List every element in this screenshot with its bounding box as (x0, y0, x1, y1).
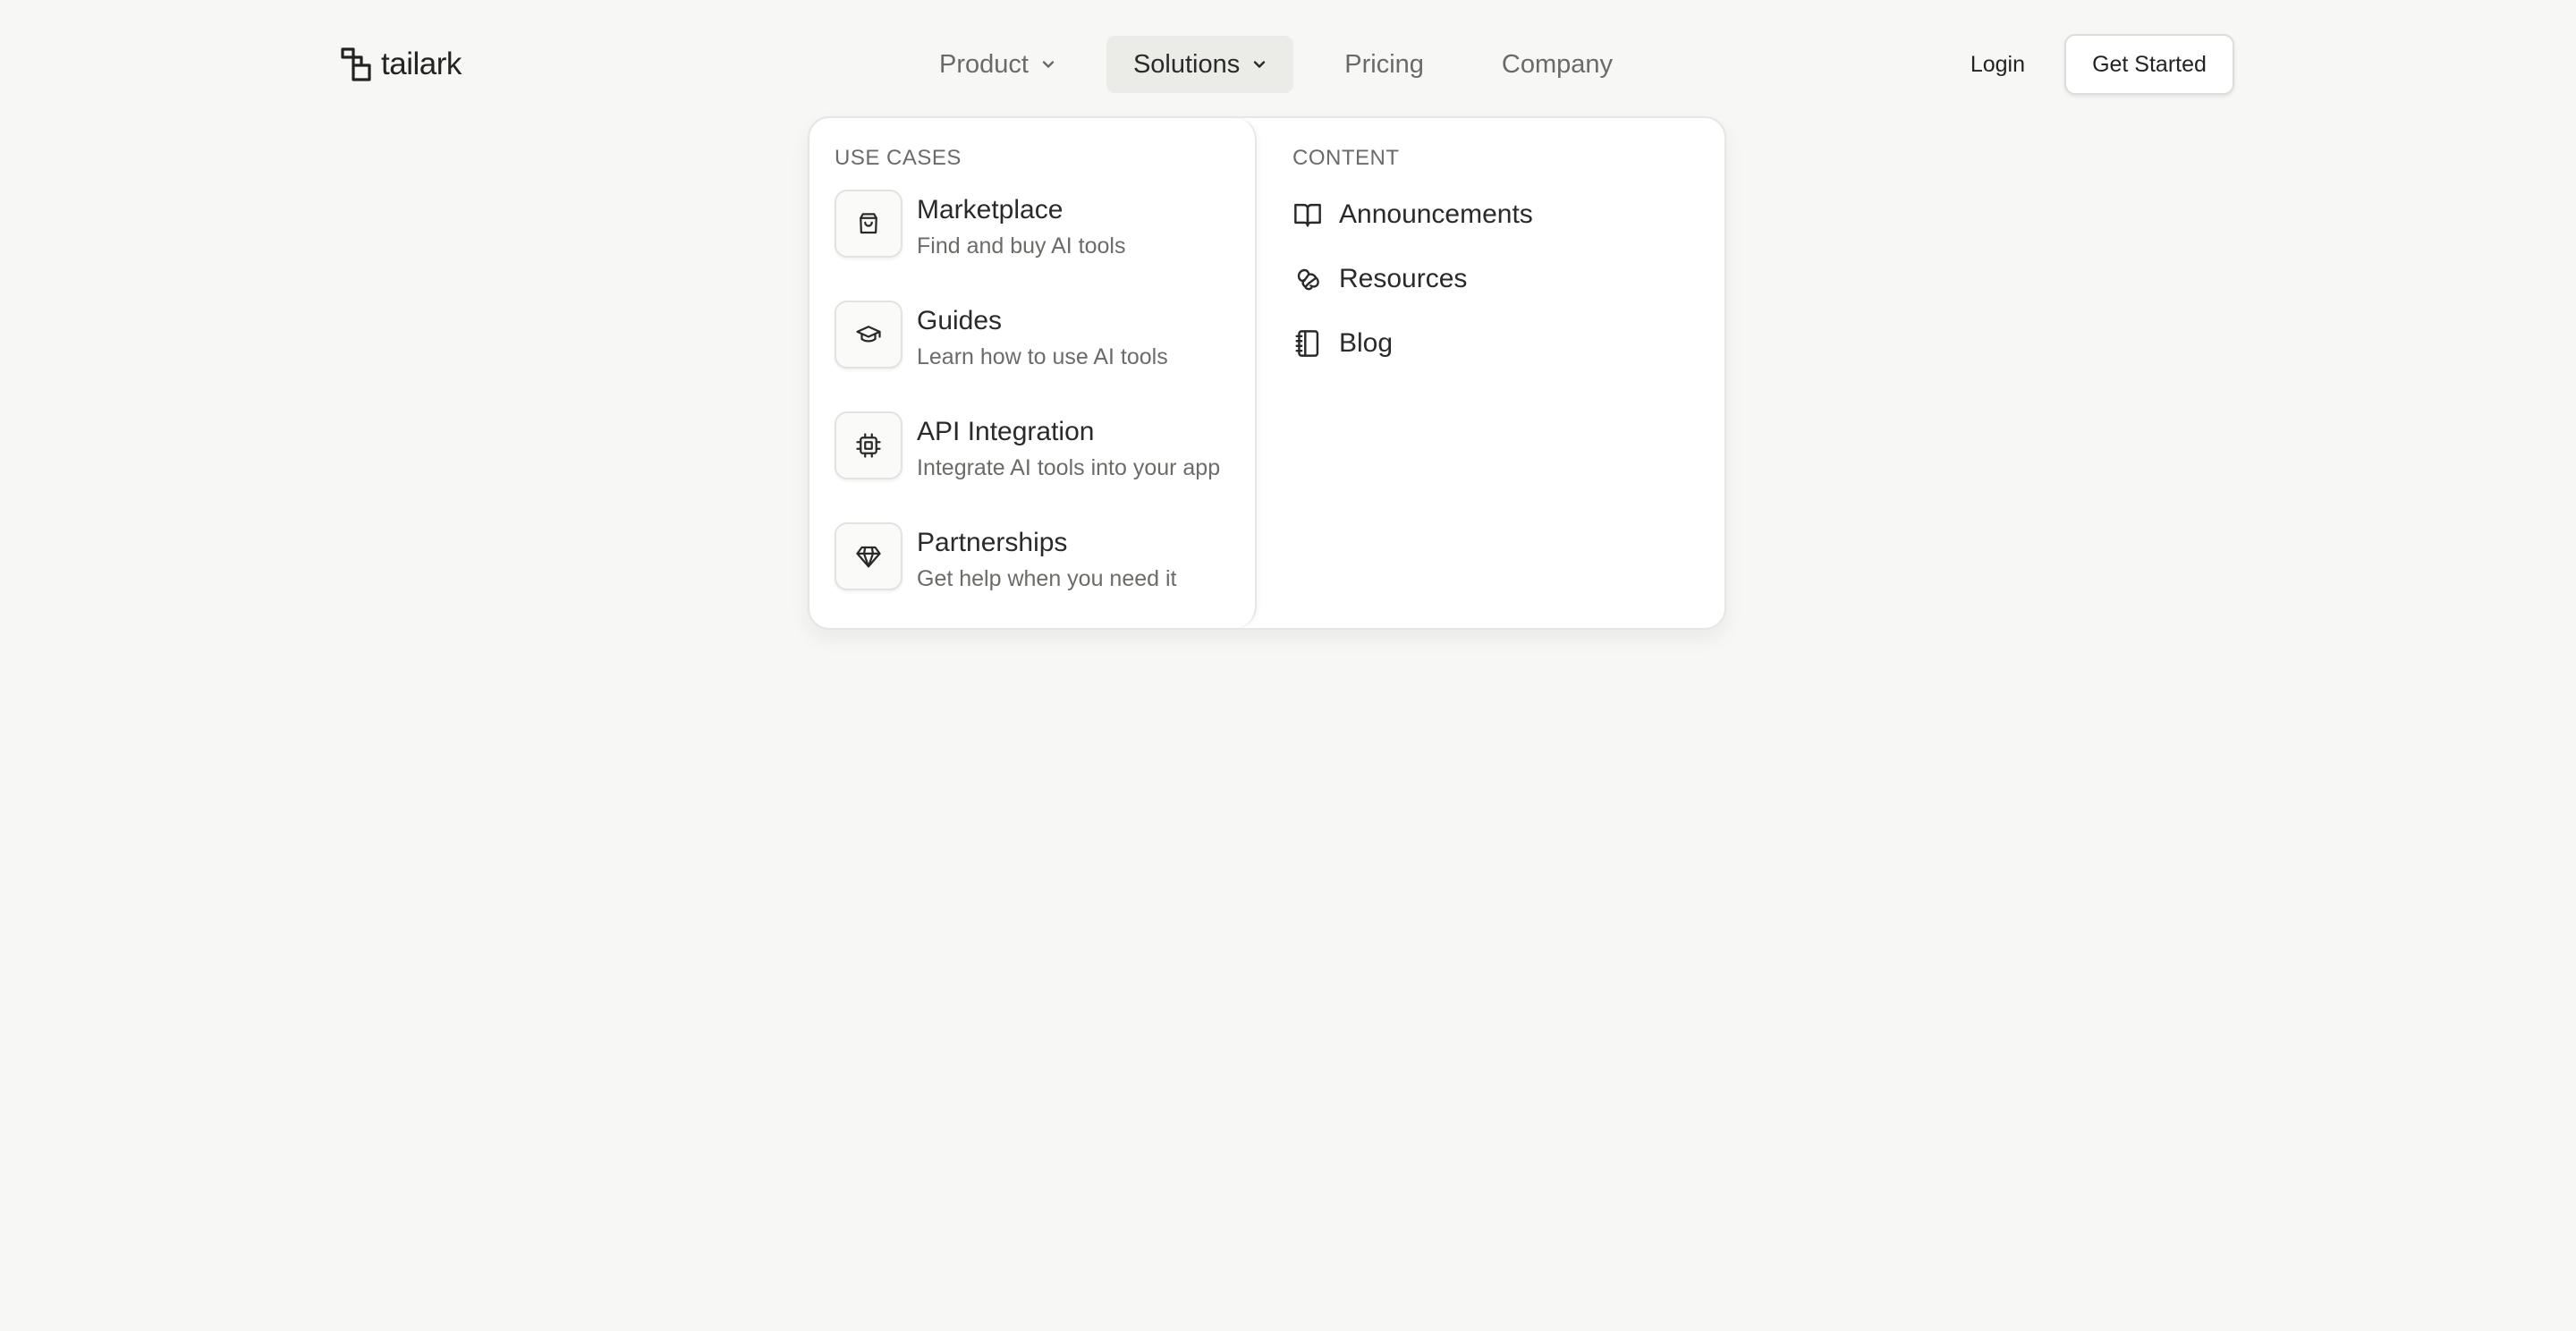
menu-item-api-integration[interactable]: API Integration Integrate AI tools into … (835, 411, 1255, 522)
menu-item-guides[interactable]: Guides Learn how to use AI tools (835, 301, 1255, 411)
nav-item-product[interactable]: Product (912, 36, 1082, 93)
menu-item-title: Guides (917, 306, 1003, 335)
menu-item-announcements[interactable]: Announcements (1292, 182, 1724, 247)
graduation-cap-icon (835, 301, 902, 369)
brand-logo[interactable]: tailark (340, 45, 462, 84)
menu-item-blog[interactable]: Blog (1292, 311, 1724, 376)
nav-item-label: Pricing (1344, 49, 1424, 79)
menu-item-description: Learn how to use AI tools (917, 344, 1168, 369)
nav-item-label: Product (939, 49, 1029, 79)
main-nav: Product Solutions Pricing Company (912, 36, 1664, 93)
chevron-down-icon (1254, 61, 1266, 68)
nav-item-solutions[interactable]: Solutions (1106, 36, 1294, 93)
use-cases-heading: USE CASES (835, 146, 962, 170)
menu-item-resources[interactable]: Resources (1292, 247, 1724, 311)
use-cases-section: USE CASES Marketplace Find and buy AI to… (809, 118, 1257, 628)
content-section: CONTENT Announcements Resources Blog (1257, 118, 1724, 628)
menu-item-title: API Integration (917, 417, 1095, 446)
auth-actions: Login Get Started (1945, 34, 2234, 95)
menu-item-label: Resources (1339, 264, 1468, 293)
menu-item-title: Partnerships (917, 528, 1068, 557)
brand-name: tailark (381, 47, 462, 81)
cpu-chip-icon (835, 411, 902, 479)
menu-item-label: Blog (1339, 328, 1394, 358)
menu-item-marketplace[interactable]: Marketplace Find and buy AI tools (835, 190, 1255, 301)
nav-item-pricing[interactable]: Pricing (1318, 36, 1451, 93)
nav-item-company[interactable]: Company (1475, 36, 1640, 93)
shopping-bag-icon (835, 190, 902, 258)
menu-item-label: Announcements (1339, 199, 1533, 229)
nav-item-label: Company (1501, 49, 1614, 79)
get-started-button[interactable]: Get Started (2064, 34, 2234, 95)
login-button[interactable]: Login (1945, 34, 2050, 95)
croissant-icon (1292, 264, 1323, 294)
solutions-dropdown: USE CASES Marketplace Find and buy AI to… (808, 116, 1726, 630)
gem-icon (835, 522, 902, 590)
site-header: tailark Product Solutions Pricing Compan… (0, 0, 2576, 130)
chevron-down-icon (1042, 61, 1055, 68)
menu-item-partnerships[interactable]: Partnerships Get help when you need it (835, 522, 1255, 628)
menu-item-description: Integrate AI tools into your app (917, 455, 1221, 480)
menu-item-description: Find and buy AI tools (917, 233, 1126, 259)
content-heading: CONTENT (1292, 146, 1400, 170)
notebook-icon (1292, 328, 1323, 359)
menu-item-title: Marketplace (917, 195, 1063, 225)
tailark-logo-icon (341, 47, 371, 81)
nav-item-label: Solutions (1132, 49, 1241, 79)
book-open-icon (1292, 199, 1323, 230)
menu-item-description: Get help when you need it (917, 566, 1177, 591)
